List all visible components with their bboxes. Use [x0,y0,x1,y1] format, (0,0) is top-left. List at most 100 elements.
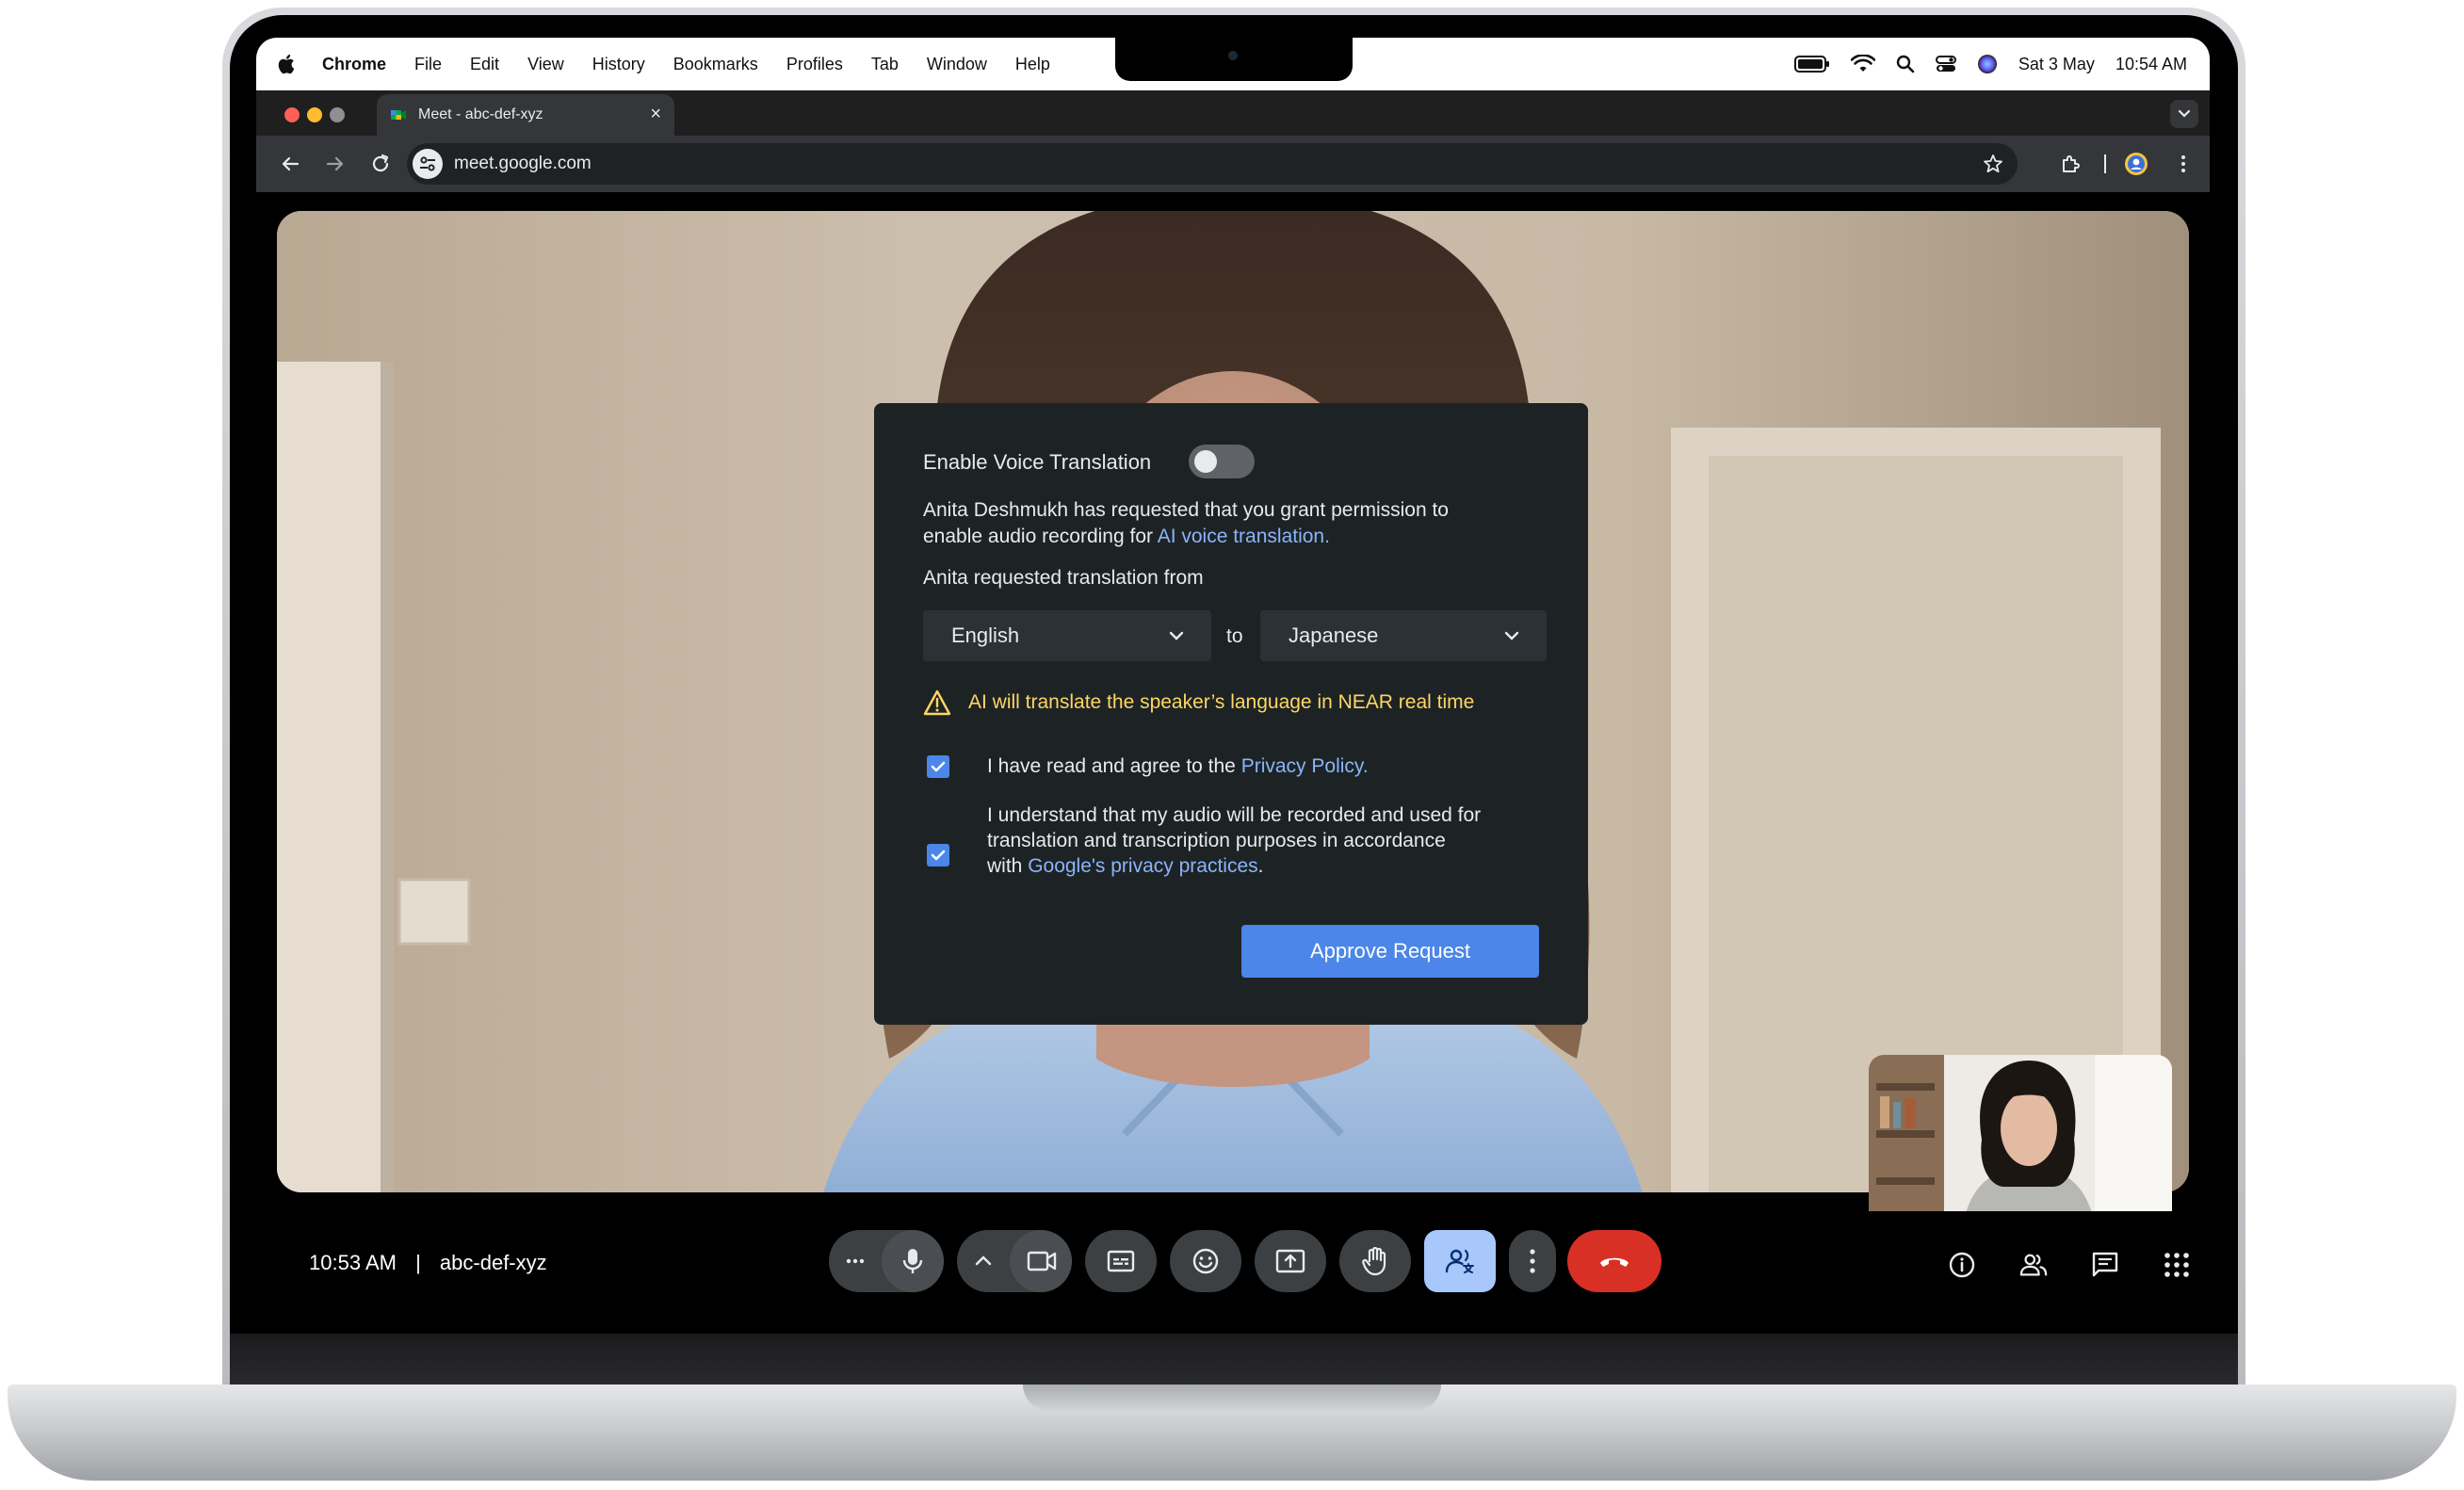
apple-icon[interactable] [277,53,298,75]
voice-translation-dialog: Enable Voice Translation Anita Deshmukh … [874,403,1588,1025]
camera-icon[interactable] [1027,1249,1057,1273]
window-zoom-button[interactable] [330,107,345,122]
menu-file[interactable]: File [414,55,442,74]
window-minimize-button[interactable] [307,107,322,122]
checkmark-icon [931,850,946,861]
present-screen-button[interactable] [1255,1230,1326,1292]
present-to-all-icon [1275,1249,1305,1273]
menu-edit[interactable]: Edit [470,55,499,74]
more-dots-icon[interactable] [846,1253,865,1270]
emoji-icon [1192,1248,1219,1274]
microphone-icon[interactable] [900,1247,925,1275]
address-bar-url[interactable]: meet.google.com [454,154,592,174]
captions-button[interactable] [1085,1230,1157,1292]
chevron-down-icon [1504,631,1519,640]
closed-captions-icon [1107,1250,1135,1272]
consent-2-line-2: translation and transcription purposes i… [987,830,1446,851]
bookmark-star-icon[interactable] [1982,153,2004,175]
translation-from-label: Anita requested translation from [923,567,1204,589]
privacy-policy-consent: I have read and agree to the Privacy Pol… [987,755,1369,778]
audio-recording-checkbox[interactable] [927,844,949,866]
audio-recording-consent: I understand that my audio will be recor… [987,802,1481,879]
chevron-up-icon[interactable] [974,1253,993,1268]
browser-tab-title: Meet - abc-def-xyz [418,106,543,122]
menu-help[interactable]: Help [1015,55,1050,74]
tab-search-button[interactable] [2170,100,2198,128]
browser-tab-meet[interactable]: Meet - abc-def-xyz × [377,94,674,136]
leave-call-button[interactable] [1567,1230,1662,1292]
battery-icon[interactable] [1793,56,1830,73]
activities-grid-icon[interactable] [2163,1251,2191,1279]
meeting-code: abc-def-xyz [439,1251,547,1274]
address-bar[interactable]: meet.google.com [407,143,2018,185]
spotlight-search-icon[interactable] [1896,55,1915,73]
back-arrow-icon[interactable] [279,153,301,175]
video-control-group [957,1230,1072,1292]
meet-content: Enable Voice Translation Anita Deshmukh … [256,192,2210,1334]
reactions-button[interactable] [1170,1230,1241,1292]
meeting-time: 10:53 AM [309,1251,397,1274]
meeting-separator: | [415,1251,421,1274]
browser-toolbar: meet.google.com [256,136,2210,192]
toggle-knob [1194,450,1217,473]
privacy-policy-checkbox[interactable] [927,755,949,778]
menu-bar-time[interactable]: 10:54 AM [2115,55,2187,74]
google-privacy-practices-link[interactable]: Google's privacy practices [1028,855,1257,877]
profile-avatar-icon[interactable] [2125,153,2148,175]
kebab-menu-icon [1530,1249,1535,1273]
screen-bottom-bezel [230,1334,2238,1385]
people-icon[interactable] [2019,1251,2048,1279]
chat-icon[interactable] [2091,1251,2119,1279]
more-options-button[interactable] [1509,1230,1556,1292]
checkmark-icon [931,761,946,772]
wifi-icon[interactable] [1850,55,1875,73]
voice-translation-button[interactable] [1424,1230,1496,1292]
menu-bar-date[interactable]: Sat 3 May [2018,55,2095,74]
siri-icon[interactable] [1977,54,1998,74]
near-real-time-warning: AI will translate the speaker’s language… [968,691,1475,713]
chevron-down-icon [1169,631,1184,640]
menu-profiles[interactable]: Profiles [786,55,843,74]
close-tab-icon[interactable]: × [650,104,661,125]
source-language-select[interactable]: English [923,610,1211,661]
target-language-select[interactable]: Japanese [1260,610,1547,661]
menu-window[interactable]: Window [927,55,987,74]
macos-menu-bar: Chrome File Edit View History Bookmarks … [256,38,2210,90]
menu-bookmarks[interactable]: Bookmarks [673,55,758,74]
menu-view[interactable]: View [527,55,564,74]
to-label: to [1226,625,1243,647]
consent-2-line-3: with [987,855,1029,877]
permission-request-text: Anita Deshmukh has requested that you gr… [923,497,1449,550]
approve-request-button[interactable]: Approve Request [1241,925,1539,978]
meeting-info-icon[interactable] [1948,1251,1976,1279]
voice-translation-toggle[interactable] [1189,445,1255,478]
camera-dot [1228,51,1238,60]
source-language-value: English [951,624,1020,647]
reload-icon[interactable] [369,153,392,175]
self-view-frame [1869,1055,2172,1224]
self-view-video[interactable] [1869,1055,2172,1224]
chrome-menu-kebab-icon[interactable] [2172,153,2195,175]
consent-2-end: . [1257,855,1264,877]
menu-tab[interactable]: Tab [871,55,899,74]
raise-hand-button[interactable] [1339,1230,1411,1292]
site-info-button[interactable] [413,149,443,179]
privacy-policy-consent-text: I have read and agree to the [987,755,1241,777]
browser-tab-strip: Meet - abc-def-xyz × [256,90,2210,136]
voice-translation-icon [1445,1249,1474,1273]
request-text-line-1: Anita Deshmukh has requested that you gr… [923,499,1449,521]
menu-history[interactable]: History [592,55,645,74]
control-center-icon[interactable] [1935,55,1956,73]
tune-icon [420,156,435,171]
consent-2-line-1: I understand that my audio will be recor… [987,804,1482,826]
hand-icon [1362,1246,1386,1276]
meet-favicon-icon [391,110,406,120]
forward-arrow-icon[interactable] [324,153,347,175]
menu-app-chrome[interactable]: Chrome [322,55,386,74]
ai-voice-translation-link[interactable]: AI voice translation. [1158,526,1330,547]
privacy-policy-link[interactable]: Privacy Policy. [1241,755,1369,777]
window-close-button[interactable] [284,107,300,122]
request-text-line-2: enable audio recording for [923,526,1158,547]
camera-notch [1115,38,1353,81]
extensions-puzzle-icon[interactable] [2059,153,2082,175]
